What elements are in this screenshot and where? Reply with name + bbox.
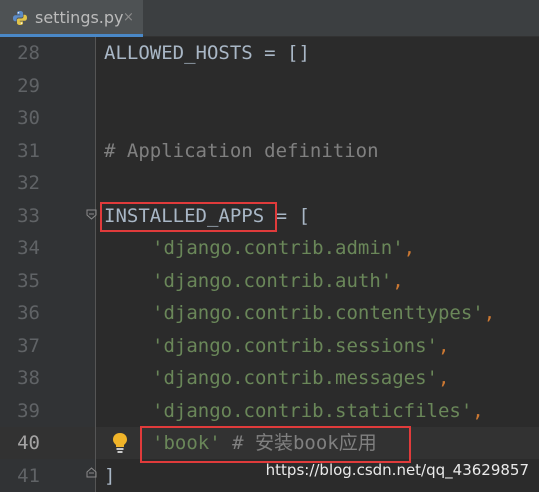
comma: ,	[403, 237, 416, 259]
code-line: 38 'django.contrib.messages',	[0, 362, 539, 394]
line-number: 41	[17, 465, 40, 487]
code-line: 39 'django.contrib.staticfiles',	[0, 395, 539, 427]
code-line: 36 'django.contrib.contenttypes',	[0, 297, 539, 329]
string-literal: 'django.contrib.sessions'	[152, 335, 438, 357]
editor-tab-bar: settings.py ×	[0, 0, 539, 37]
code-line: 35 'django.contrib.auth',	[0, 265, 539, 297]
string-literal: 'django.contrib.contenttypes'	[152, 302, 484, 324]
line-number: 31	[17, 140, 40, 162]
code-line: 37 'django.contrib.sessions',	[0, 330, 539, 362]
line-number: 30	[17, 107, 40, 129]
comma: ,	[437, 335, 450, 357]
line-number: 38	[17, 367, 40, 389]
string-literal: 'django.contrib.staticfiles'	[152, 400, 473, 422]
tab-label: settings.py	[35, 8, 124, 27]
line-number: 33	[17, 205, 40, 227]
line-number: 28	[17, 42, 40, 64]
lightbulb-icon[interactable]	[110, 432, 130, 454]
code-line: 34 'django.contrib.admin',	[0, 232, 539, 264]
string-literal: 'django.contrib.messages'	[152, 367, 438, 389]
line-number: 37	[17, 335, 40, 357]
fold-end-icon[interactable]	[86, 467, 97, 478]
string-literal: 'django.contrib.auth'	[152, 270, 393, 292]
python-file-icon	[13, 11, 27, 25]
line-number: 39	[17, 400, 40, 422]
code-text: ]	[104, 465, 116, 487]
line-number: 34	[17, 237, 40, 259]
code-line: 31 # Application definition	[0, 135, 539, 167]
fold-start-icon[interactable]	[86, 209, 97, 220]
code-text: 'django.contrib.admin',	[152, 232, 415, 264]
code-line: 29	[0, 70, 539, 102]
comment-text: # Application definition	[104, 140, 379, 162]
book-app-highlight-box	[140, 426, 411, 463]
code-text: 'django.contrib.staticfiles',	[152, 395, 484, 427]
comma: ,	[483, 302, 496, 324]
code-line: 28 ALLOWED_HOSTS = []	[0, 37, 539, 69]
comma: ,	[437, 367, 450, 389]
code-text: 'django.contrib.messages',	[152, 362, 449, 394]
watermark-url: https://blog.csdn.net/qq_43629857	[265, 461, 529, 479]
code-text: 'django.contrib.sessions',	[152, 330, 449, 362]
string-literal: 'django.contrib.admin'	[152, 237, 404, 259]
line-number: 29	[17, 75, 40, 97]
code-line: 30	[0, 102, 539, 134]
comma: ,	[392, 270, 404, 292]
line-number: 40	[17, 432, 40, 454]
line-number: 32	[17, 172, 40, 194]
tab-settings-py[interactable]: settings.py ×	[0, 0, 143, 37]
line-number: 35	[17, 270, 40, 292]
installed-apps-highlight-box	[100, 202, 277, 232]
code-text: 'django.contrib.auth',	[152, 265, 404, 297]
comma: ,	[472, 400, 484, 422]
code-text: 'django.contrib.contenttypes',	[152, 297, 495, 329]
code-text: ALLOWED_HOSTS = []	[104, 42, 310, 64]
close-icon[interactable]: ×	[123, 8, 134, 28]
code-line: 32	[0, 167, 539, 199]
line-number: 36	[17, 302, 40, 324]
